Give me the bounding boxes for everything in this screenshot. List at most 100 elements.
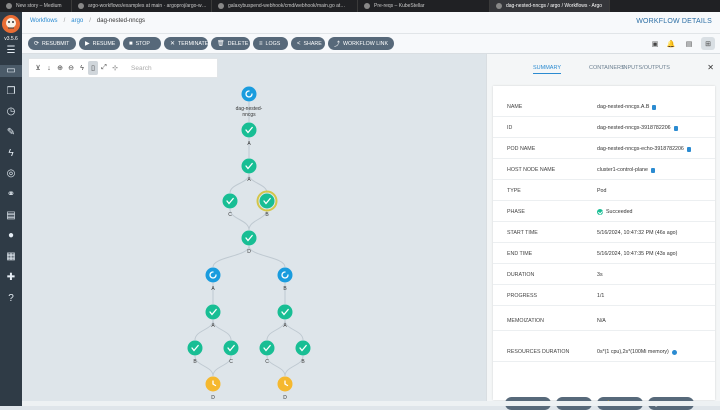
event-flow-icon[interactable]: ✎ <box>5 127 17 139</box>
browser-tab[interactable]: New story – Medium <box>0 0 72 12</box>
graph-node-c1[interactable]: C <box>222 193 238 219</box>
detail-label: PROGRESS <box>507 293 538 299</box>
cron-workflows-icon[interactable]: ◷ <box>5 106 17 118</box>
browser-tab-strip: New story – Medium argo-workflows/example… <box>0 0 720 12</box>
document-icon[interactable]: ▯ <box>88 61 98 75</box>
help-icon[interactable]: ? <box>5 293 17 305</box>
zoom-out-icon[interactable]: ⊖ <box>66 61 76 75</box>
argo-logo[interactable] <box>2 15 20 33</box>
success-node-circle <box>295 340 311 356</box>
workflow-graph-canvas[interactable]: dag-nested-nncgs A A C B D A B A A B C C B D D ⊻ ↓ ⊕ ⊖ … <box>22 54 486 406</box>
detail-label: NAME <box>507 104 523 110</box>
graph-edge <box>248 245 286 268</box>
sensors-icon[interactable]: ϟ <box>5 148 17 160</box>
info-icon[interactable] <box>671 349 677 355</box>
graph-node-d1[interactable]: D <box>241 230 257 256</box>
resume-button[interactable]: ▶ RESUME <box>79 37 120 50</box>
node-label: C <box>265 359 269 365</box>
plugins-icon[interactable]: ✚ <box>5 272 17 284</box>
layout-icon[interactable]: ⊹ <box>110 61 120 75</box>
reports-icon[interactable]: ▤ <box>5 210 17 222</box>
running-node-circle <box>205 267 221 283</box>
cluster-templates-icon[interactable]: ❐ <box>5 86 17 98</box>
graph-edge <box>284 319 304 341</box>
tab-summary[interactable]: SUMMARY <box>533 65 562 74</box>
share-button[interactable]: < SHARE <box>291 37 325 50</box>
action-label: RESUBMIT <box>42 40 70 47</box>
timeline-view-icon[interactable]: ▤ <box>682 37 696 50</box>
graph-node-a4[interactable]: A <box>205 304 221 330</box>
success-node-circle <box>187 340 203 356</box>
action-label: DELETE <box>227 40 249 47</box>
notifications-icon[interactable]: 🔔 <box>664 37 678 50</box>
api-docs-icon[interactable]: ▦ <box>5 251 17 263</box>
graph-node-c3[interactable]: C <box>223 340 239 366</box>
event-sources-icon[interactable]: ◎ <box>5 168 17 180</box>
breadcrumb: Workflows / argo / dag-nested-nncgs <box>30 18 145 24</box>
detail-value-wrap: Pod <box>597 188 606 194</box>
detail-label: START TIME <box>507 230 538 236</box>
graph-node-b3[interactable]: B <box>187 340 203 366</box>
delete-button[interactable]: 🗑 DELETE <box>211 37 250 50</box>
tab-inputs-outputs[interactable]: INPUTS/OUTPUTS <box>622 65 670 71</box>
graph-node-b1[interactable]: B <box>256 190 278 219</box>
links-icon[interactable]: ⚭ <box>5 189 17 201</box>
graph-node-d3[interactable]: D <box>205 376 221 402</box>
browser-tab-label: dag-nested-nncgs / argo / Workflows - Ar… <box>506 3 603 9</box>
node-label: B <box>301 359 305 365</box>
browser-tab[interactable]: Pre-reqs – KubeStellar <box>358 0 490 12</box>
version-label: v3.5.6 <box>4 36 18 42</box>
node-label: A <box>283 323 287 329</box>
copy-icon[interactable] <box>686 146 691 152</box>
stop-button[interactable]: ■ STOP <box>123 37 161 50</box>
tab-favicon-icon <box>496 3 502 9</box>
browser-tab[interactable]: galaxybuspend-webhook/cmd/webhook/main.g… <box>212 0 358 12</box>
logs-button[interactable]: ≡ LOGS <box>253 37 288 50</box>
fast-icon[interactable]: ϟ <box>77 61 87 75</box>
download-icon[interactable]: ↓ <box>44 61 54 75</box>
search-input[interactable]: Search <box>131 65 152 72</box>
detail-label: TYPE <box>507 188 521 194</box>
page-title: WORKFLOW DETAILS <box>636 18 712 25</box>
graph-view-icon[interactable]: ⊞ <box>701 37 715 50</box>
graph-edge <box>266 355 286 377</box>
copy-icon[interactable] <box>650 167 655 173</box>
breadcrumb-namespace[interactable]: argo <box>71 18 83 24</box>
success-node-circle <box>259 193 275 209</box>
graph-node-a3[interactable]: A <box>205 267 221 293</box>
workflow-templates-icon[interactable]: ▭ <box>0 65 22 77</box>
graph-node-a5[interactable]: A <box>277 304 293 330</box>
browser-tab[interactable]: argo-workflows/examples at main · argopr… <box>72 0 212 12</box>
workflows-icon[interactable]: ☰ <box>5 45 17 57</box>
zoom-in-icon[interactable]: ⊕ <box>55 61 65 75</box>
copy-icon[interactable] <box>673 125 678 131</box>
summary-view-icon[interactable]: ▣ <box>648 37 662 50</box>
graph-node-d4[interactable]: D <box>277 376 293 402</box>
tab-containers[interactable]: CONTAINERS <box>589 65 625 71</box>
graph-node-a2[interactable]: A <box>241 158 257 184</box>
graph-node-b2[interactable]: B <box>277 267 293 293</box>
graph-node-a1[interactable]: A <box>241 122 257 148</box>
breadcrumb-workflows[interactable]: Workflows <box>30 18 58 24</box>
tab-favicon-icon <box>78 3 84 9</box>
node-details-panel: SUMMARY CONTAINERS INPUTS/OUTPUTS ✕ NAME… <box>486 54 720 410</box>
graph-node-b4[interactable]: B <box>295 340 311 366</box>
graph-edge <box>194 319 214 341</box>
success-node-circle <box>277 304 293 320</box>
running-node-circle <box>277 267 293 283</box>
fit-icon[interactable]: ⤢ <box>99 61 109 75</box>
node-label: A <box>211 323 215 329</box>
close-icon[interactable]: ✕ <box>707 63 714 72</box>
terminate-button[interactable]: ✕ TERMINATE <box>164 37 208 50</box>
browser-tab[interactable]: dag-nested-nncgs / argo / Workflows - Ar… <box>490 0 610 12</box>
copy-icon[interactable] <box>652 104 657 110</box>
user-icon[interactable]: ● <box>5 230 17 242</box>
detail-value: Succeeded <box>606 209 633 215</box>
resubmit-button[interactable]: ⟳ RESUBMIT <box>28 37 76 50</box>
filter-icon[interactable]: ⊻ <box>33 61 43 75</box>
node-label: C <box>228 212 232 218</box>
graph-node-c4[interactable]: C <box>259 340 275 366</box>
workflow-link-button[interactable]: ⤴ WORKFLOW LINK <box>328 37 394 50</box>
detail-row: TYPE Pod <box>493 180 715 201</box>
action-label: SHARE <box>303 40 322 47</box>
